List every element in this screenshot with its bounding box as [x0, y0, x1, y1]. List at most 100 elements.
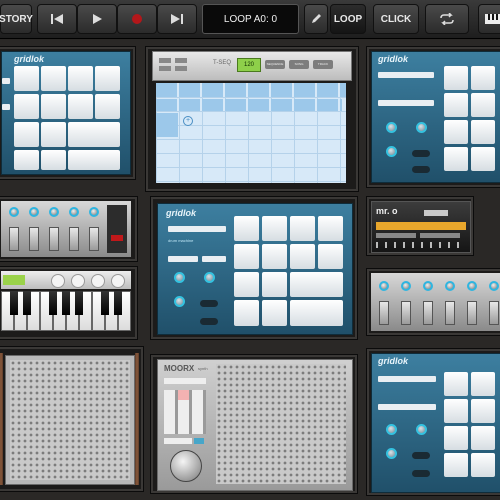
preset-field[interactable]	[168, 256, 198, 262]
channel-fader[interactable]	[445, 301, 455, 325]
drum-pad[interactable]	[471, 372, 495, 396]
drum-pad[interactable]	[444, 120, 468, 144]
preset-field[interactable]	[202, 256, 226, 262]
mixer-knob[interactable]	[89, 207, 99, 217]
toggle-switch[interactable]	[412, 470, 430, 477]
drum-pad[interactable]	[14, 150, 39, 170]
drum-pad[interactable]	[471, 399, 495, 423]
drum-pad[interactable]	[290, 244, 315, 269]
preset-field[interactable]	[378, 376, 436, 382]
drum-pad[interactable]	[318, 216, 343, 241]
tab-sequence[interactable]: SEQUENCE	[265, 60, 285, 69]
drum-pad[interactable]	[444, 453, 468, 477]
moorx-button-grid[interactable]	[216, 364, 346, 484]
channel-fader[interactable]	[489, 301, 499, 325]
drum-pad[interactable]	[262, 244, 287, 269]
moorx-preset-field[interactable]	[164, 378, 206, 384]
toggle-switch[interactable]	[412, 150, 430, 157]
moorx-mode-field[interactable]	[164, 438, 192, 444]
drum-pad[interactable]	[444, 399, 468, 423]
edit-button[interactable]	[304, 4, 328, 34]
black-key[interactable]	[114, 291, 122, 315]
drum-pad[interactable]	[262, 300, 287, 326]
channel-fader[interactable]	[29, 227, 39, 251]
toggle-switch[interactable]	[412, 166, 430, 173]
channel-fader[interactable]	[49, 227, 59, 251]
mixer-knob[interactable]	[49, 207, 59, 217]
drum-pad[interactable]	[471, 120, 495, 144]
pan-knob[interactable]	[416, 424, 427, 435]
drum-pad[interactable]	[290, 272, 343, 297]
tab-song[interactable]: SONG	[289, 60, 309, 69]
drum-pad[interactable]	[234, 272, 259, 297]
sequencer-button[interactable]	[175, 58, 187, 63]
drum-pad[interactable]	[68, 94, 93, 119]
mixer-knob[interactable]	[69, 207, 79, 217]
skip-forward-button[interactable]	[157, 4, 197, 34]
toggle-switch[interactable]	[200, 300, 218, 307]
black-key[interactable]	[10, 291, 18, 315]
keyboard-knob[interactable]	[111, 274, 125, 288]
keyboard-button[interactable]	[478, 4, 500, 34]
loop-toggle-button[interactable]	[425, 4, 469, 34]
add-pattern-icon[interactable]: +	[183, 116, 193, 126]
drum-pad[interactable]	[444, 93, 468, 117]
drum-pad[interactable]	[234, 216, 259, 241]
drum-pad[interactable]	[444, 147, 468, 171]
drum-pad[interactable]	[290, 300, 343, 326]
moorx-master-knob[interactable]	[170, 450, 202, 482]
drum-pad[interactable]	[41, 94, 66, 119]
drum-pad[interactable]	[41, 122, 66, 147]
story-button[interactable]: STORY	[0, 4, 33, 34]
mixer-knob[interactable]	[29, 207, 39, 217]
channel-fader[interactable]	[401, 301, 411, 325]
channel-fader[interactable]	[467, 301, 477, 325]
mixer-knob[interactable]	[379, 281, 389, 291]
mixer-knob[interactable]	[401, 281, 411, 291]
pattern-row[interactable]	[156, 83, 346, 97]
drum-pad[interactable]	[95, 94, 120, 119]
channel-fader[interactable]	[69, 227, 79, 251]
tune-knob[interactable]	[174, 296, 185, 307]
black-key[interactable]	[62, 291, 70, 315]
keypad-active-key[interactable]	[178, 390, 189, 400]
toggle-switch[interactable]	[412, 452, 430, 459]
click-button[interactable]: CLICK	[373, 4, 419, 34]
sequencer-button[interactable]	[159, 66, 171, 71]
pattern-grid[interactable]: +	[156, 83, 346, 183]
drum-pad[interactable]	[14, 66, 39, 91]
preset-field[interactable]	[2, 78, 10, 84]
preset-field[interactable]	[2, 104, 10, 110]
preset-field[interactable]	[378, 404, 436, 410]
pan-knob[interactable]	[204, 272, 215, 283]
preset-field[interactable]	[378, 72, 434, 78]
drum-pad[interactable]	[262, 216, 287, 241]
tab-track[interactable]: TRACK	[313, 60, 333, 69]
pattern-clip[interactable]	[156, 113, 178, 137]
pattern-row[interactable]	[156, 99, 342, 111]
volume-knob[interactable]	[386, 122, 397, 133]
drum-pad[interactable]	[95, 66, 120, 91]
toggle-switch[interactable]	[200, 318, 218, 325]
drum-pad[interactable]	[68, 150, 120, 170]
sequencer-button[interactable]	[159, 58, 171, 63]
moorx-keypad[interactable]	[164, 390, 206, 434]
drum-pad[interactable]	[444, 372, 468, 396]
drum-pad[interactable]	[41, 66, 66, 91]
mixer-knob[interactable]	[489, 281, 499, 291]
keyboard-knob[interactable]	[91, 274, 105, 288]
loop-button[interactable]: LOOP	[330, 4, 366, 34]
record-arm-button[interactable]	[111, 235, 123, 241]
moorx-mode-button[interactable]	[194, 438, 204, 444]
drum-pad[interactable]	[14, 94, 39, 119]
drum-pad[interactable]	[41, 150, 66, 170]
black-key[interactable]	[23, 291, 31, 315]
button-grid[interactable]	[10, 360, 130, 480]
tune-knob[interactable]	[386, 448, 397, 459]
preset-field[interactable]	[378, 100, 434, 106]
drum-pad[interactable]	[444, 66, 468, 90]
drum-pad[interactable]	[68, 122, 120, 147]
drum-pad[interactable]	[262, 272, 287, 297]
volume-knob[interactable]	[174, 272, 185, 283]
tune-knob[interactable]	[386, 146, 397, 157]
